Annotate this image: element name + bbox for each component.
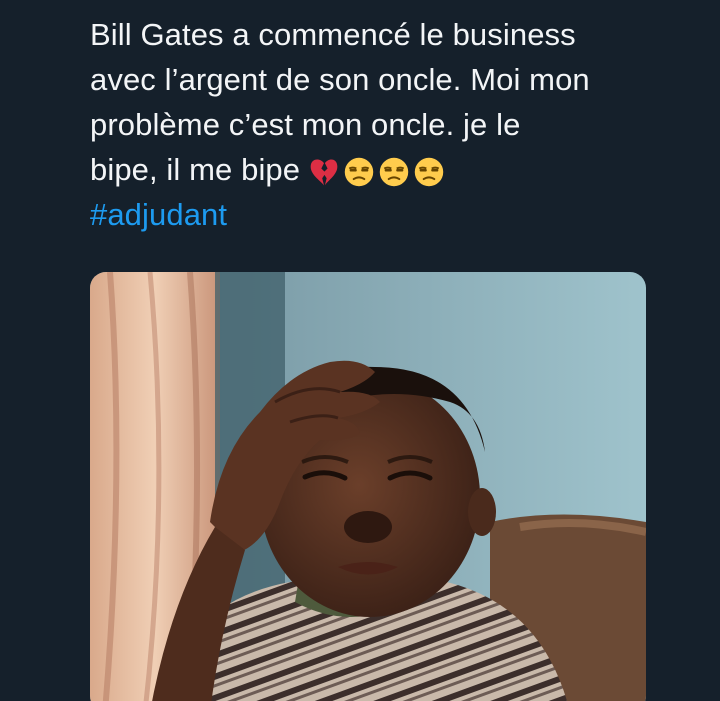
tweet-text-line-2: avec l’argent de son oncle. Moi mon	[90, 62, 590, 97]
tweet-text-line-3: problème c’est mon oncle. je le	[90, 107, 521, 142]
tweet-text-line-4: bipe, il me bipe	[90, 147, 690, 192]
photo-of-boy-holding-forehead-icon	[90, 272, 646, 701]
tweet-text-line-1: Bill Gates a commencé le business	[90, 17, 576, 52]
unamused-face-icon	[414, 157, 444, 187]
tweet: Bill Gates a commencé le business avec l…	[0, 0, 720, 701]
broken-heart-icon	[310, 159, 338, 186]
unamused-face-icon	[379, 157, 409, 187]
hashtag-link[interactable]: #adjudant	[90, 192, 690, 237]
emoji-row	[308, 156, 445, 188]
tweet-text: Bill Gates a commencé le business avec l…	[90, 12, 690, 237]
tweet-text-line-4-text: bipe, il me bipe	[90, 152, 301, 187]
tweet-media-photo[interactable]	[90, 272, 646, 701]
unamused-face-icon	[344, 157, 374, 187]
